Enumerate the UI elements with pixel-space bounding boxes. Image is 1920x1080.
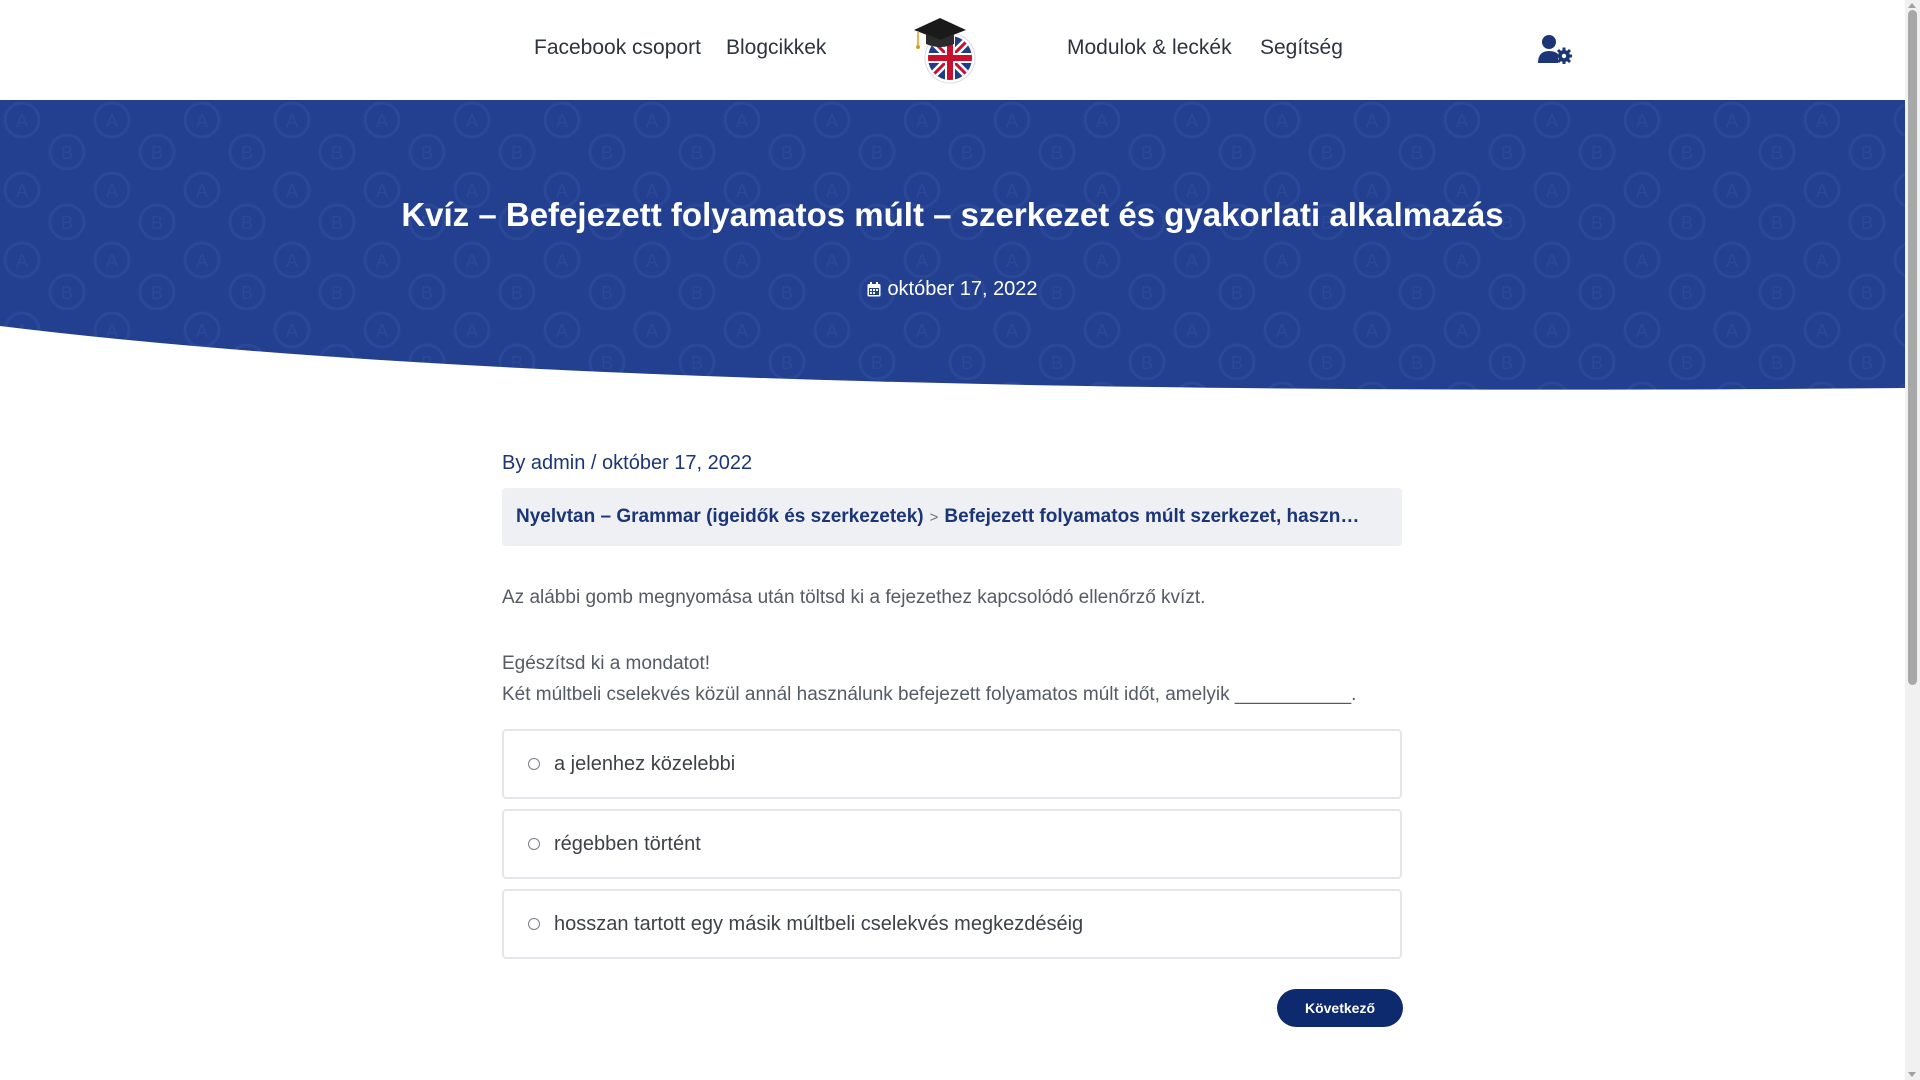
radio-button[interactable] [528,838,540,850]
radio-button[interactable] [528,758,540,770]
scroll-down-arrow-icon[interactable] [1908,1072,1916,1077]
quiz-option-1[interactable]: a jelenhez közelebbi [502,729,1402,799]
breadcrumb-item-grammar[interactable]: Nyelvtan – Grammar (igeidők és szerkezet… [516,506,924,528]
breadcrumb-separator: > [929,508,939,526]
page-scrollbar[interactable] [1905,0,1920,1080]
graduation-cap-uk-flag-logo[interactable] [908,10,988,90]
quiz-option-label: régebben történt [554,832,701,855]
quiz-instruction: Egészítsd ki a mondatot! [502,653,711,674]
nav-facebook-group[interactable]: Facebook csoport [534,36,701,60]
radio-button[interactable] [528,918,540,930]
nav-modules-lessons[interactable]: Modulok & leckék [1067,36,1232,60]
post-date: október 17, 2022 [0,278,1905,301]
breadcrumb: Nyelvtan – Grammar (igeidők és szerkezet… [502,488,1402,546]
quiz-option-3[interactable]: hosszan tartott egy másik múltbeli csele… [502,889,1402,959]
user-gear-icon[interactable] [1538,34,1572,64]
page-title: Kvíz – Befejezett folyamatos múlt – szer… [401,196,1504,233]
nav-blog-posts[interactable]: Blogcikkek [726,36,826,60]
quiz-option-label: hosszan tartott egy másik múltbeli csele… [554,912,1084,935]
quiz-option-label: a jelenhez közelebbi [554,752,736,775]
quiz-intro: Az alábbi gomb megnyomása után töltsd ki… [502,587,1206,608]
quiz-option-2[interactable]: régebben történt [502,809,1402,879]
answer-sheet-background: A B [0,100,1905,400]
next-button[interactable]: Következő [1277,989,1403,1027]
calendar-icon [867,282,881,297]
breadcrumb-item-current[interactable]: Befejezett folyamatos múlt szerkezet, ha… [944,506,1359,528]
hero-banner: A B Kvíz – Befejezett folyamatos múlt – … [0,100,1905,400]
post-meta: By admin / október 17, 2022 [502,452,753,474]
nav-help[interactable]: Segítség [1260,36,1343,60]
scroll-up-arrow-icon[interactable] [1908,3,1916,8]
site-header: Facebook csoport Blogcikkek Modulok & le… [0,0,1905,100]
post-date-text: október 17, 2022 [887,278,1038,300]
quiz-question: Két múltbeli cselekvés közül annál haszn… [502,684,1357,705]
scrollbar-thumb[interactable] [1908,10,1917,685]
